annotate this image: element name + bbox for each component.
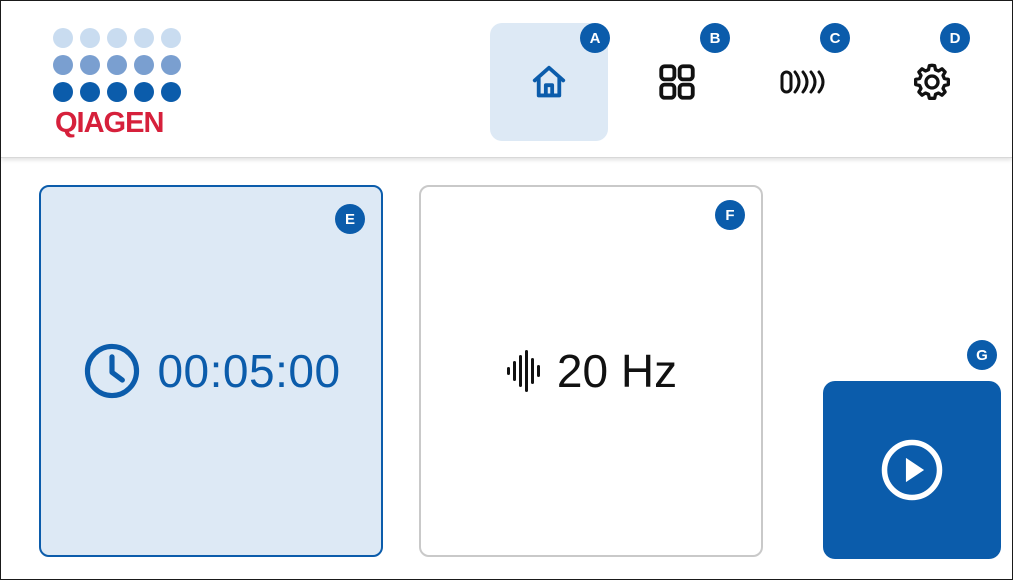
frequency-card[interactable]: 20 Hz <box>419 185 763 557</box>
frequency-value: 20 Hz <box>556 345 678 397</box>
timer-value: 00:05:00 <box>157 345 341 397</box>
gear-icon <box>914 63 950 101</box>
badge-d: D <box>940 23 970 53</box>
badge-c: C <box>820 23 850 53</box>
start-button[interactable] <box>823 381 1001 559</box>
grid-icon <box>659 64 695 100</box>
sound-wave-icon <box>506 350 540 392</box>
badge-g: G <box>967 340 997 370</box>
clock-icon <box>85 343 140 399</box>
plate-adapter-icon <box>780 70 825 94</box>
app-window: QIAGEN A B C D 00:05:00 E 20 Hz F G <box>0 0 1013 580</box>
badge-a: A <box>580 23 610 53</box>
home-icon <box>532 65 566 98</box>
nav-settings-button[interactable] <box>873 23 991 141</box>
badge-f: F <box>715 200 745 230</box>
badge-b: B <box>700 23 730 53</box>
qiagen-logo: QIAGEN <box>53 28 185 138</box>
logo-wordmark: QIAGEN <box>55 107 164 139</box>
top-bar: QIAGEN A B C D <box>1 1 1012 158</box>
badge-e: E <box>335 204 365 234</box>
play-icon <box>881 439 943 501</box>
timer-card[interactable]: 00:05:00 <box>39 185 383 557</box>
